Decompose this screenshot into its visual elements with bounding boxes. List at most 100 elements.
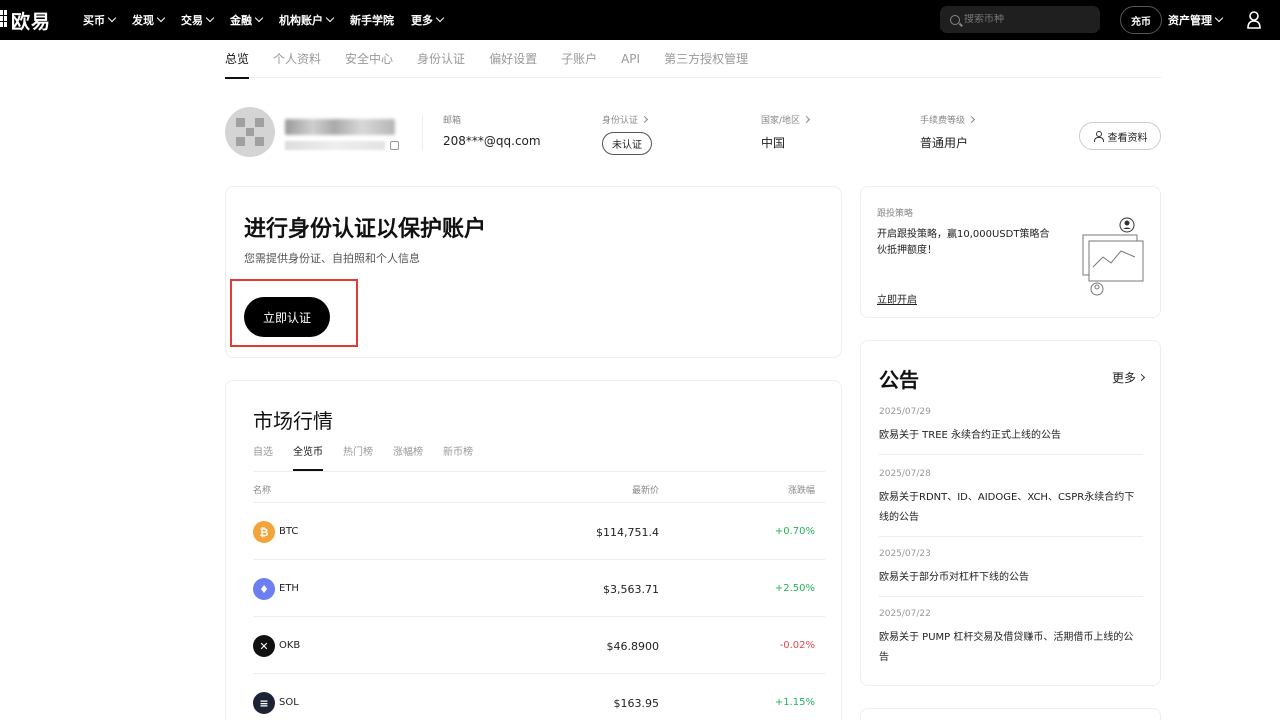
coin-price: $46.8900 (606, 640, 660, 653)
search-input[interactable] (964, 14, 1084, 25)
promo-text: 开启跟投策略，赢10,000USDT策略合伙抵押额度！ (877, 229, 1050, 256)
fee-level-info[interactable]: 手续费等级 普通用户 (920, 113, 976, 151)
account-tabs: 总览 个人资料 安全中心 身份认证 偏好设置 子账户 API 第三方授权管理 (225, 40, 1161, 79)
kyc-status-badge[interactable]: 未认证 (602, 132, 652, 155)
asset-management-menu[interactable]: 资产管理 (1168, 12, 1224, 28)
chevron-down-icon (325, 13, 335, 23)
tab-2[interactable]: 安全中心 (345, 40, 393, 78)
market-tab-3[interactable]: 涨幅榜 (393, 443, 423, 471)
tab-1[interactable]: 个人资料 (273, 40, 321, 78)
notice-item[interactable]: 2025/07/28 欧易关于RDNT、ID、AIDOGE、XCH、CSPR永续合… (879, 469, 1143, 537)
chevron-down-icon (254, 13, 264, 23)
col-name: 名称 (253, 486, 272, 496)
verify-title: 进行身份认证以保护账户 (244, 217, 487, 242)
nav-item-3[interactable]: 金融 (230, 12, 264, 28)
promo-card: 跟投策略 开启跟投策略，赢10,000USDT策略合伙抵押额度！ 立即开启 (860, 186, 1161, 318)
market-row[interactable]: ≡ SOL $163.95 +1.15% (253, 674, 825, 720)
fee-level-label: 手续费等级 (920, 113, 976, 126)
chevron-right-icon (803, 115, 811, 124)
chevron-down-icon (205, 13, 215, 23)
username-blurred (285, 119, 395, 135)
view-profile-button[interactable]: 查看资料 (1079, 122, 1161, 150)
deposit-button[interactable]: 充币 (1120, 6, 1162, 34)
avatar[interactable] (225, 107, 275, 157)
region-info[interactable]: 国家/地区 中国 (761, 113, 811, 151)
asset-management-label: 资产管理 (1168, 14, 1212, 27)
notice-date: 2025/07/28 (879, 469, 931, 479)
notice-date: 2025/07/22 (879, 609, 931, 619)
nav-item-label: 交易 (181, 14, 204, 27)
chevron-down-icon (435, 13, 445, 23)
market-tab-0[interactable]: 自选 (253, 443, 273, 471)
market-tab-4[interactable]: 新币榜 (443, 443, 473, 471)
market-row[interactable]: ♦ ETH $3,563.71 +2.50% (253, 560, 825, 617)
coin-icon: ≡ (253, 692, 275, 714)
tab-3[interactable]: 身份认证 (417, 40, 465, 78)
nav-item-4[interactable]: 机构账户 (279, 12, 335, 28)
tab-5[interactable]: 子账户 (561, 40, 597, 78)
notice-item[interactable]: 2025/07/29 欧易关于 TREE 永续合约正式上线的公告 (879, 407, 1143, 455)
nav-item-label: 机构账户 (279, 14, 324, 27)
coin-symbol: SOL (279, 697, 299, 708)
tab-4[interactable]: 偏好设置 (489, 40, 537, 78)
nav-item-label: 买币 (83, 14, 106, 27)
coin-change: +1.15% (774, 697, 815, 708)
kyc-info[interactable]: 身份认证 未认证 (602, 113, 652, 155)
coin-price: $114,751.4 (596, 526, 659, 539)
notice-text[interactable]: 欧易关于RDNT、ID、AIDOGE、XCH、CSPR永续合约下线的公告 (879, 488, 1143, 528)
tab-0[interactable]: 总览 (225, 40, 250, 79)
coin-price: $163.95 (613, 697, 660, 710)
chevron-right-icon (967, 115, 976, 124)
verify-subtitle: 您需提供身份证、自拍照和个人信息 (244, 252, 420, 265)
notice-item[interactable]: 2025/07/23 欧易关于部分币对杠杆下线的公告 (879, 549, 1143, 597)
next-card (860, 708, 1161, 720)
coin-change: +2.50% (774, 583, 815, 594)
market-table-header: 名称 最新价 涨跌幅 (253, 471, 825, 503)
chevron-right-icon (1137, 373, 1146, 382)
person-icon (1093, 131, 1104, 142)
user-icon[interactable] (1246, 10, 1262, 30)
divider (422, 115, 423, 151)
logo[interactable]: 欧易 (0, 0, 65, 40)
nav-item-0[interactable]: 买币 (83, 12, 117, 28)
coin-symbol: ETH (279, 583, 299, 594)
col-change: 涨跌幅 (787, 486, 815, 496)
nav-item-5[interactable]: 新手学院 (350, 12, 394, 28)
notice-text[interactable]: 欧易关于部分币对杠杆下线的公告 (879, 568, 1143, 588)
search-box[interactable] (940, 6, 1100, 33)
coin-icon: ✕ (253, 635, 275, 657)
nav-item-1[interactable]: 发现 (132, 12, 166, 28)
col-price: 最新价 (631, 486, 659, 496)
verify-now-button[interactable]: 立即认证 (244, 297, 330, 337)
email-info: 邮箱 208***@qq.com (443, 113, 541, 148)
notice-title: 公告 (879, 368, 919, 392)
notice-more-link[interactable]: 更多 (1112, 369, 1146, 386)
nav-item-2[interactable]: 交易 (181, 12, 215, 28)
region-label: 国家/地区 (761, 113, 811, 126)
kyc-label: 身份认证 (602, 113, 652, 126)
copy-icon[interactable] (390, 141, 399, 150)
top-navbar: 欧易 买币 发现 交易 金融 机构账户 新手学院 更多 充币 资产管理 (0, 0, 1280, 40)
nav-item-label: 更多 (411, 14, 434, 27)
email-value: 208***@qq.com (443, 134, 541, 148)
avatar-logo-icon (236, 118, 264, 146)
market-row[interactable]: ✕ OKB $46.8900 -0.02% (253, 617, 825, 674)
market-tab-1[interactable]: 全览币 (293, 443, 323, 471)
market-tab-2[interactable]: 热门榜 (343, 443, 373, 471)
notice-item[interactable]: 2025/07/22 欧易关于 PUMP 杠杆交易及借贷赚币、活期借币上线的公告 (879, 609, 1143, 676)
notice-text[interactable]: 欧易关于 TREE 永续合约正式上线的公告 (879, 426, 1143, 446)
tab-6[interactable]: API (621, 40, 640, 78)
tab-7[interactable]: 第三方授权管理 (664, 40, 748, 78)
notice-date: 2025/07/29 (879, 407, 931, 417)
coin-icon: ♦ (253, 578, 275, 600)
coin-symbol: BTC (279, 526, 299, 537)
promo-link[interactable]: 立即开启 (877, 291, 917, 306)
verify-card: 进行身份认证以保护账户 您需提供身份证、自拍照和个人信息 立即认证 (225, 186, 842, 358)
market-row[interactable]: ₿ BTC $114,751.4 +0.70% (253, 503, 825, 560)
nav-menu: 买币 发现 交易 金融 机构账户 新手学院 更多 (83, 12, 460, 28)
profile-summary: 邮箱 208***@qq.com 身份认证 未认证 国家/地区 中国 手续费等级… (225, 105, 1161, 165)
view-profile-label: 查看资料 (1107, 132, 1148, 144)
notice-text[interactable]: 欧易关于 PUMP 杠杆交易及借贷赚币、活期借币上线的公告 (879, 628, 1143, 668)
nav-item-6[interactable]: 更多 (411, 12, 445, 28)
uid-blurred (285, 141, 385, 150)
